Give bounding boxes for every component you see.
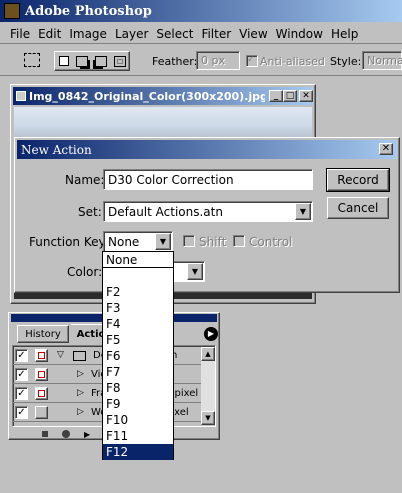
function-key-label: Function Key: <box>29 235 109 249</box>
menu-bar: File Edit Image Layer Select Filter View… <box>0 24 402 44</box>
expand-triangle-icon[interactable]: ▷ <box>77 388 84 398</box>
new-action-dialog: New Action ✕ Name: D30 Color Correction … <box>14 137 400 293</box>
dialog-toggle-icon[interactable] <box>35 349 48 362</box>
folder-icon <box>73 351 86 361</box>
dialog-toggle-icon[interactable] <box>35 387 48 400</box>
expand-triangle-icon[interactable]: ▽ <box>57 350 64 360</box>
set-label: Set: <box>78 205 102 219</box>
menu-view[interactable]: View <box>235 27 271 41</box>
stop-icon[interactable] <box>42 431 48 437</box>
function-key-option-none[interactable]: None <box>103 252 173 268</box>
cancel-button[interactable]: Cancel <box>327 197 389 219</box>
style-select[interactable]: Normal <box>362 51 402 70</box>
record-button[interactable]: Record <box>326 168 390 192</box>
photoshop-logo-icon <box>4 3 20 19</box>
set-select[interactable]: Default Actions.atn ▼ <box>103 201 313 222</box>
toggle-checkbox[interactable]: ✓ <box>15 406 28 419</box>
menu-window[interactable]: Window <box>272 27 327 41</box>
antialiased-checkbox[interactable]: ✓ <box>246 55 258 67</box>
expand-triangle-icon[interactable]: ▷ <box>77 407 84 417</box>
menu-help[interactable]: Help <box>327 27 362 41</box>
menu-layer[interactable]: Layer <box>111 27 152 41</box>
document-titlebar: Img_0842_Original_Color(300x200).jpg @ .… <box>13 87 313 105</box>
maximize-doc-button[interactable]: □ <box>283 90 297 102</box>
menu-edit[interactable]: Edit <box>34 27 65 41</box>
dialog-toggle-icon[interactable] <box>35 368 48 381</box>
scrollbar[interactable]: ▲ ▼ <box>201 347 215 425</box>
function-key-select[interactable]: None ▼ <box>103 231 173 252</box>
feather-label: Feather: <box>152 55 198 68</box>
function-key-option-f10[interactable]: F10 <box>103 412 173 428</box>
toggle-checkbox[interactable]: ✓ <box>15 368 28 381</box>
selection-mode-group <box>54 51 130 71</box>
close-dialog-button[interactable]: ✕ <box>379 143 393 155</box>
color-dropdown-arrow-icon[interactable]: ▼ <box>187 263 203 280</box>
name-input[interactable]: D30 Color Correction <box>103 169 313 190</box>
set-dropdown-arrow-icon[interactable]: ▼ <box>295 203 311 220</box>
close-doc-button[interactable]: ✕ <box>299 90 313 102</box>
menu-select[interactable]: Select <box>152 27 197 41</box>
control-label: Control <box>249 235 293 249</box>
dialog-titlebar: New Action ✕ <box>17 140 397 159</box>
set-select-value: Default Actions.atn <box>108 204 223 219</box>
marquee-tool-icon[interactable] <box>24 53 40 67</box>
document-icon <box>16 91 26 101</box>
function-key-option-f3[interactable]: F3 <box>103 300 173 316</box>
antialiased-label: Anti-aliased <box>260 55 325 68</box>
control-checkbox[interactable] <box>233 235 245 247</box>
function-key-option-f5[interactable]: F5 <box>103 332 173 348</box>
app-title: Adobe Photoshop <box>25 3 152 19</box>
new-selection-icon[interactable] <box>58 56 69 66</box>
play-icon[interactable]: ▶ <box>84 430 90 439</box>
function-key-option-f8[interactable]: F8 <box>103 380 173 396</box>
minimize-doc-button[interactable]: _ <box>269 90 283 102</box>
function-key-dropdown-arrow-icon[interactable]: ▼ <box>155 233 171 250</box>
panel-tab-history[interactable]: History <box>17 325 69 343</box>
feather-input[interactable]: 0 px <box>196 51 240 70</box>
menu-image[interactable]: Image <box>65 27 111 41</box>
menu-file[interactable]: File <box>6 27 34 41</box>
expand-triangle-icon[interactable]: ▷ <box>77 369 84 379</box>
document-title: Img_0842_Original_Color(300x200).jpg @ .… <box>29 89 265 103</box>
menu-filter[interactable]: Filter <box>197 27 235 41</box>
function-key-dropdown-list: None F2 F3 F4 F5 F6 F7 F8 F9 F10 F11 F12 <box>102 251 174 460</box>
options-bar: Feather: 0 px ✓ Anti-aliased Style: Norm… <box>0 46 402 76</box>
add-selection-icon[interactable] <box>75 55 88 67</box>
toggle-checkbox[interactable]: ✓ <box>15 349 28 362</box>
app-titlebar: Adobe Photoshop <box>0 0 402 22</box>
function-key-option-f2[interactable]: F2 <box>103 284 173 300</box>
record-icon[interactable] <box>62 430 70 438</box>
name-label: Name: <box>65 173 105 187</box>
function-key-option-f6[interactable]: F6 <box>103 348 173 364</box>
toggle-checkbox[interactable]: ✓ <box>15 387 28 400</box>
function-key-value: None <box>108 234 140 249</box>
function-key-option-f9[interactable]: F9 <box>103 396 173 412</box>
function-key-option-f12[interactable]: F12 <box>103 444 173 460</box>
scroll-up-arrow-icon[interactable]: ▲ <box>201 347 215 361</box>
color-label: Color: <box>67 265 103 279</box>
function-key-option-f7[interactable]: F7 <box>103 364 173 380</box>
subtract-selection-icon[interactable] <box>94 55 107 67</box>
dialog-toggle-icon[interactable] <box>35 406 48 419</box>
style-label: Style: <box>330 55 362 68</box>
scroll-down-arrow-icon[interactable]: ▼ <box>201 411 215 425</box>
shift-checkbox[interactable] <box>183 235 195 247</box>
function-key-option-f11[interactable]: F11 <box>103 428 173 444</box>
panel-menu-arrow-icon[interactable]: ▶ <box>204 327 218 341</box>
shift-label: Shift <box>199 235 227 249</box>
function-key-option-f4[interactable]: F4 <box>103 316 173 332</box>
dialog-title: New Action <box>21 142 92 157</box>
intersect-selection-icon[interactable] <box>113 55 126 67</box>
